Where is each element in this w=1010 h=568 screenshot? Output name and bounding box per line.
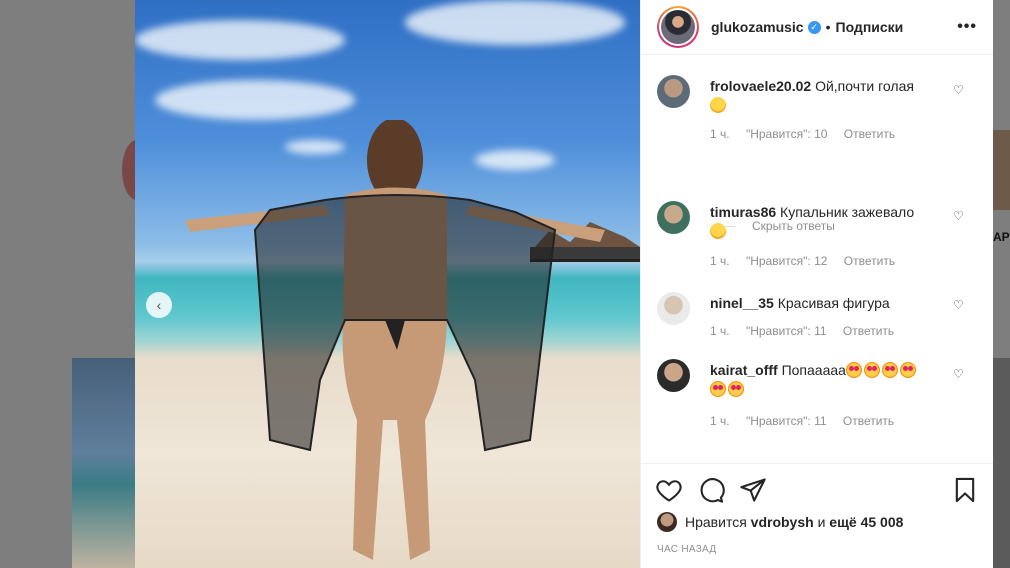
comment-time: 1 ч. — [710, 127, 730, 141]
commenter-avatar[interactable] — [657, 292, 690, 325]
comment-meta: 1 ч. "Нравится": 11 Ответить — [710, 324, 907, 338]
comment-text: Красивая фигура — [777, 295, 890, 311]
liker-avatar[interactable] — [657, 512, 677, 532]
comment-likes[interactable]: "Нравится": 11 — [746, 414, 827, 428]
heart-eyes-icon — [899, 362, 916, 378]
comment-text: Купальник зажевало — [780, 204, 915, 220]
tears-of-joy-face-icon — [710, 223, 726, 239]
heart-eyes-icon — [863, 362, 880, 378]
comment-text-block: kairat_offf Попааааа — [710, 361, 940, 399]
bookmark-icon[interactable] — [951, 476, 979, 504]
comment-likes[interactable]: "Нравится": 12 — [746, 254, 828, 268]
post-timestamp[interactable]: ЧАС НАЗАД — [657, 544, 716, 555]
comment-text-block: frolovaele20.02 Ой,почти голая — [710, 77, 940, 115]
comment-text: Попааааа — [781, 362, 846, 378]
comment-text-block: timuras86 Купальник зажевало — [710, 203, 940, 241]
comments-list: frolovaele20.02 Ой,почти голая ♡ 1 ч. "Н… — [641, 55, 993, 463]
share-icon[interactable] — [739, 476, 767, 504]
reply-button[interactable]: Ответить — [844, 127, 895, 141]
previous-photo-button[interactable]: ‹ — [146, 292, 172, 318]
commenter-username[interactable]: kairat_offf — [710, 362, 778, 378]
likes-middle: и — [817, 514, 826, 530]
background-label: APz — [993, 230, 1010, 244]
heart-eyes-icon — [728, 381, 744, 397]
verified-badge-icon: ✓ — [807, 20, 821, 34]
header-separator: • — [825, 19, 831, 35]
commenter-username[interactable]: frolovaele20.02 — [710, 78, 811, 94]
following-button[interactable]: Подписки — [836, 19, 904, 35]
author-avatar[interactable] — [657, 6, 699, 48]
comment-meta: 1 ч. "Нравится": 10 Ответить — [710, 127, 908, 141]
commenter-avatar[interactable] — [657, 201, 690, 234]
likes-count[interactable]: ещё 45 008 — [829, 514, 903, 530]
comment-text: Ой,почти голая — [815, 78, 914, 94]
comment-icon[interactable] — [697, 476, 725, 504]
person-illustration — [185, 120, 605, 560]
more-options-icon[interactable]: ••• — [957, 18, 977, 36]
comment-time: 1 ч. — [710, 414, 730, 428]
heart-eyes-icon — [710, 381, 726, 397]
comment-likes[interactable]: "Нравится": 11 — [746, 324, 827, 338]
background-thumbnail[interactable] — [993, 130, 1010, 210]
comment-meta: 1 ч. "Нравится": 12 Ответить — [710, 254, 908, 268]
post-header: glukozamusic ✓ • Подписки ••• — [641, 0, 993, 55]
heart-eyes-icon — [881, 362, 898, 378]
comment-like-heart-icon[interactable]: ♡ — [953, 83, 964, 97]
commenter-username[interactable]: ninel__35 — [710, 295, 774, 311]
post-side-panel: glukozamusic ✓ • Подписки ••• frolovaele… — [640, 0, 993, 568]
comment-likes[interactable]: "Нравится": 10 — [746, 127, 828, 141]
commenter-avatar[interactable] — [657, 359, 690, 392]
post-modal: ‹ glukozamusic ✓ • Подписки ••• frolovae… — [135, 0, 993, 568]
reply-button[interactable]: Ответить — [843, 414, 894, 428]
reply-button[interactable]: Ответить — [844, 254, 895, 268]
heart-icon[interactable] — [655, 476, 683, 504]
commenter-avatar[interactable] — [657, 75, 690, 108]
grinning-face-icon — [710, 97, 726, 113]
comment-like-heart-icon[interactable]: ♡ — [953, 367, 964, 381]
likes-prefix: Нравится — [685, 514, 747, 530]
likes-summary: Нравится vdrobysh и ещё 45 008 — [657, 512, 903, 532]
commenter-username[interactable]: timuras86 — [710, 204, 776, 220]
background-thumbnail[interactable] — [993, 358, 1010, 568]
author-username[interactable]: glukozamusic — [711, 19, 804, 35]
comment-meta: 1 ч. "Нравится": 11 Ответить — [710, 414, 907, 428]
comment-text-block: ninel__35 Красивая фигура — [710, 294, 940, 313]
comment-like-heart-icon[interactable]: ♡ — [953, 209, 964, 223]
background-thumbnail[interactable] — [72, 358, 142, 568]
post-photo: ‹ — [135, 0, 640, 568]
comment-time: 1 ч. — [710, 324, 730, 338]
post-actions: Нравится vdrobysh и ещё 45 008 ЧАС НАЗАД — [641, 463, 993, 568]
chevron-left-icon: ‹ — [156, 297, 162, 313]
comment-like-heart-icon[interactable]: ♡ — [953, 298, 964, 312]
reply-button[interactable]: Ответить — [843, 324, 894, 338]
comment-time: 1 ч. — [710, 254, 730, 268]
heart-eyes-icon — [845, 362, 862, 378]
liker-username[interactable]: vdrobysh — [751, 514, 814, 530]
